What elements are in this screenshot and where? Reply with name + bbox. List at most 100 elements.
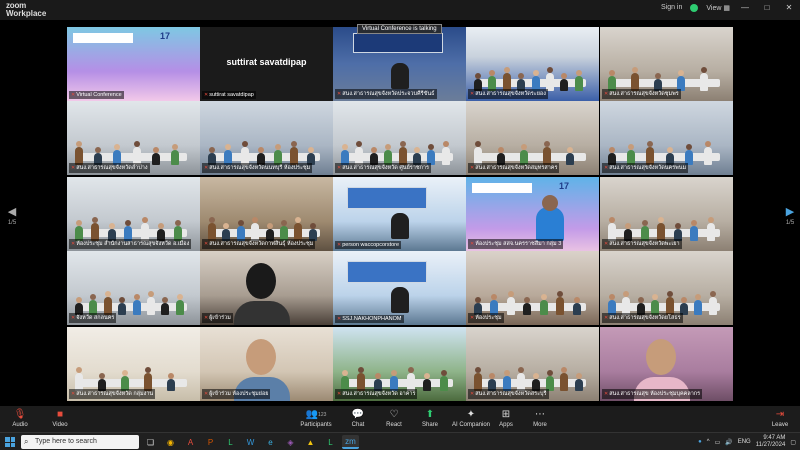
chevron-up-icon[interactable]: ^ (707, 439, 710, 445)
attendee-head (152, 147, 159, 153)
participant-tile[interactable]: 17 ✕ห้องประชุม สสจ.นครราชสีมา กลุ่ม 3 (466, 177, 599, 251)
participant-tile[interactable]: ✕สนง.สาธารณสุขจังหวัดนนทบุรี ห้องประชุม (200, 101, 333, 175)
participant-tile[interactable]: ✕SSJ.NAKHONPHANOM (333, 251, 466, 325)
video-button[interactable]: ■ Video (42, 409, 78, 428)
attendee-figure (441, 141, 450, 165)
participant-tile[interactable]: ✕person waccopcorstore (333, 177, 466, 251)
participant-tile[interactable]: ✕สนง.สาธารณสุขจังหวัดพะเยา (600, 177, 733, 251)
attendee-head (575, 373, 582, 379)
leave-button[interactable]: ⇥ Leave (768, 409, 792, 428)
participant-tile[interactable]: ✕ห้องประชุม (466, 251, 599, 325)
more-button[interactable]: ⋯ More (522, 409, 558, 428)
attendee-head (391, 370, 398, 376)
sign-in-link[interactable]: Sign in (661, 4, 682, 11)
attendee-head (122, 370, 128, 376)
attendee-head (374, 373, 381, 379)
participant-tile[interactable]: ✕ผู้เข้าร่วม (200, 251, 333, 325)
attendee-head (623, 291, 630, 297)
acrobat-icon[interactable]: A (182, 435, 199, 449)
next-page-button[interactable]: ▶ 1/5 (782, 205, 798, 226)
participant-tile[interactable]: suttirat savatdipap ✕suttirat savatdipap (200, 27, 333, 101)
attendee-head (76, 367, 82, 373)
volume-icon[interactable]: 🔊 (725, 439, 732, 446)
participant-tile[interactable]: ✕สนง.สาธารณสุขจังหวัดชุมพร (600, 27, 733, 101)
edge-icon[interactable]: e (262, 435, 279, 449)
participant-tile[interactable]: 17 ✕Virtual Conference (67, 27, 200, 101)
participant-tile[interactable]: ✕สนง.สาธารณสุขจังหวัด อาคาร (333, 327, 466, 401)
attendee-head (641, 220, 648, 226)
windows-start-button[interactable] (5, 437, 15, 447)
line-icon[interactable]: L (222, 435, 239, 449)
participants-button[interactable]: 👥123 Participants (296, 409, 336, 428)
attendee-head (158, 223, 165, 229)
participant-tile[interactable]: ✕สนง.สาธารณสุขจังหวัดกาฬสินธุ์ ห้องประชุ… (200, 177, 333, 251)
attendee-head (108, 223, 115, 229)
participant-head (542, 195, 558, 211)
participant-tile[interactable]: ✕สนง.สาธารณสุขจังหวัดนครพนม (600, 101, 733, 175)
attendee-figure (566, 147, 574, 165)
mic-muted-icon: ✕ (470, 315, 475, 321)
language-indicator[interactable]: ENG (738, 439, 751, 445)
view-button[interactable]: View ▦ (706, 4, 730, 12)
participant-tile[interactable]: ✕สนง.สาธารณสุขจังหวัดลำปาง (67, 101, 200, 175)
tray-app-icon[interactable]: ● (698, 439, 702, 445)
audio-button[interactable]: 🎙 Audio (2, 409, 38, 428)
notification-icon[interactable]: ▢ (790, 439, 796, 446)
attendee-head (307, 147, 314, 153)
attendee-head (680, 297, 687, 303)
participant-tile[interactable]: ✕สนง.สาธารณสุขจังหวัด กลุ่มงาน (67, 327, 200, 401)
previous-page-button[interactable]: ◀ 1/5 (4, 205, 20, 226)
photos-icon[interactable]: ◈ (282, 435, 299, 449)
attendee-figure (574, 373, 583, 391)
participant-tile[interactable]: ✕สนง.สาธารณสุขจังหวัดสมุทรสาคร (466, 101, 599, 175)
zoom-taskbar-icon[interactable]: zm (342, 435, 359, 449)
share-button[interactable]: ⬆ Share (412, 409, 448, 428)
mic-muted-icon: ✕ (71, 241, 76, 247)
powerpoint-icon[interactable]: P (202, 435, 219, 449)
shield-icon[interactable] (690, 3, 699, 12)
mic-muted-icon: ✕ (604, 241, 609, 247)
attendee-figure (690, 220, 699, 241)
react-button[interactable]: ♡ React (376, 409, 412, 428)
mic-muted-icon: ✕ (71, 315, 76, 321)
participant-tile[interactable]: ✕ผู้เข้าร่วม ห้องประชุมย่อย (200, 327, 333, 401)
word-icon[interactable]: W (242, 435, 259, 449)
participant-tile[interactable]: ✕สนง.สาธารณสุขจังหวัดสระบุรี (466, 327, 599, 401)
chevron-right-icon: ▶ (785, 206, 795, 218)
mic-muted-icon: ✕ (337, 242, 342, 248)
participant-tile[interactable]: ✕จังหวัด สกลนคร (67, 251, 200, 325)
participant-tile[interactable]: ✕สนง.สาธารณสุขจังหวัดระยอง (466, 27, 599, 101)
attendee-figure (694, 294, 703, 315)
participant-tile[interactable]: ✕สนง.สาธารณสุขจังหวัดยโสธร (600, 251, 733, 325)
mic-muted-icon: ✕ (470, 165, 475, 171)
participant-tile[interactable]: ✕สนง.สาธารณสุขจังหวัด ศูนย์ราชการ (333, 101, 466, 175)
participant-tile[interactable]: ✕สนง.สาธารณสุขจังหวัดประจวบคีรีขันธ์ (333, 27, 466, 101)
attendee-head (171, 144, 178, 150)
attendee-head (413, 147, 420, 153)
attendees-group (67, 139, 200, 165)
line-icon-2[interactable]: L (322, 435, 339, 449)
maximize-button[interactable]: □ (760, 3, 774, 12)
attendee-figure (706, 217, 715, 241)
close-button[interactable]: ✕ (782, 3, 796, 12)
chrome-icon[interactable]: ◉ (162, 435, 179, 449)
participant-tile[interactable]: ✕ห้องประชุม สำนักงานสาธารณสุขจังหวัด อ.เ… (67, 177, 200, 251)
task-view-icon[interactable]: ❏ (142, 435, 159, 449)
apps-button[interactable]: ⊞ Apps (488, 409, 524, 428)
backdrop-screen (353, 33, 443, 53)
attendee-head (632, 67, 638, 73)
attendee-figure (146, 291, 155, 315)
network-icon[interactable]: ▭ (715, 439, 721, 446)
clock[interactable]: 9:47 AM 11/27/2024 (756, 435, 786, 449)
drive-icon[interactable]: ▲ (302, 435, 319, 449)
attendee-figure (700, 67, 708, 91)
participant-tile[interactable]: ✕สนง.สาธารณสุข ห้องประชุมบุคคลากร (600, 327, 733, 401)
minimize-button[interactable]: — (738, 3, 752, 12)
attendee-head (147, 291, 154, 297)
participant-name-label: ✕ผู้เข้าร่วม ห้องประชุมย่อย (202, 389, 271, 399)
speaker-figure (391, 63, 409, 89)
taskbar-search-input[interactable]: ⌕ Type here to search (21, 435, 139, 449)
participant-name-label: ✕สนง.สาธารณสุขจังหวัดกาฬสินธุ์ ห้องประชุ… (202, 239, 316, 249)
chat-button[interactable]: 💬 Chat (340, 409, 376, 428)
attendee-head (498, 147, 504, 153)
